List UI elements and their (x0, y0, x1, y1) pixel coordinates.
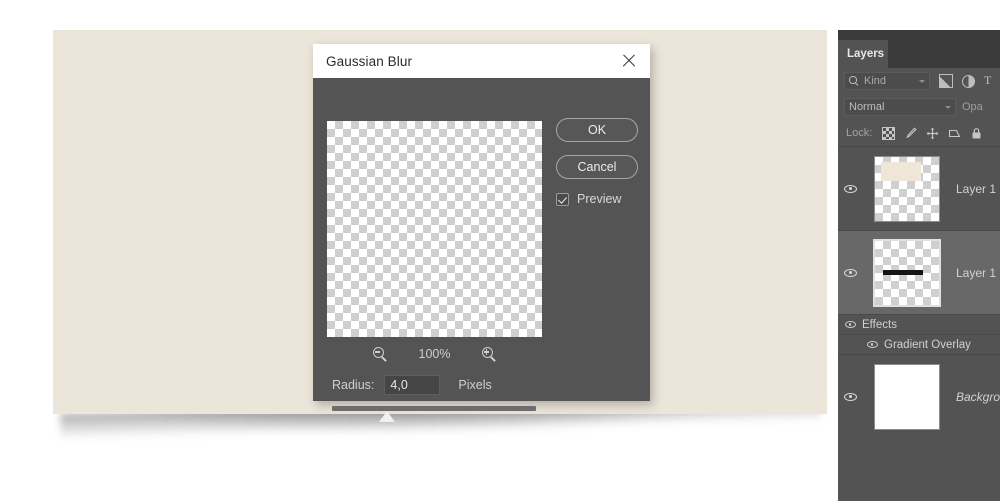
lock-pixels-brush-icon[interactable] (904, 127, 917, 140)
layer-thumbnail[interactable] (874, 155, 940, 222)
zoom-in-icon[interactable] (481, 346, 497, 362)
layer-visibility-toggle[interactable] (838, 184, 862, 193)
blur-preview-thumbnail[interactable] (327, 121, 542, 337)
layer-name: Layer 1 (956, 181, 997, 196)
filter-type-icons: T (939, 74, 998, 88)
layer-effects-row[interactable]: Effects (838, 314, 1000, 334)
effects-visibility-toggle[interactable] (838, 321, 862, 328)
radius-slider-track[interactable] (332, 406, 536, 411)
cancel-button[interactable]: Cancel (556, 155, 638, 179)
preview-checkbox-row[interactable]: Preview (556, 192, 638, 206)
adjustment-filter-icon[interactable] (962, 74, 975, 88)
zoom-controls: 100% (327, 341, 542, 367)
layer-effect-row[interactable]: Gradient Overlay (838, 334, 1000, 354)
chevron-down-icon (919, 79, 925, 83)
filter-kind-label: Kind (864, 75, 887, 87)
blend-mode-label: Normal (849, 101, 885, 113)
dialog-body: 100% Radius: Pixels OK Cancel Preview (313, 78, 650, 422)
radius-slider-thumb[interactable] (379, 411, 396, 422)
radius-label: Radius: (332, 378, 375, 392)
dialog-actions: OK Cancel Preview (556, 118, 638, 206)
blend-mode-row: Normal Opa (838, 94, 1000, 120)
layer-thumbnail-content (883, 269, 923, 275)
dialog-title: Gaussian Blur (326, 53, 413, 69)
layer-filter-row: Kind T (838, 68, 1000, 94)
preview-checkbox[interactable] (556, 192, 569, 206)
effect-visibility-toggle[interactable] (860, 341, 884, 348)
app-root: Gaussian Blur 100% Radius: Pixels (0, 0, 1000, 501)
layer-thumbnail-content (881, 161, 921, 181)
layer-row[interactable]: Background (838, 354, 1000, 438)
chevron-down-icon (945, 105, 951, 109)
radius-units-label: Pixels (458, 378, 492, 392)
opacity-label: Opa (962, 101, 983, 113)
layer-visibility-toggle[interactable] (838, 392, 862, 401)
lock-artboard-icon[interactable] (948, 127, 961, 140)
close-icon[interactable] (620, 52, 638, 70)
radius-input[interactable] (384, 375, 441, 395)
search-icon (849, 76, 859, 87)
lock-transparency-icon[interactable] (882, 126, 896, 140)
ok-button[interactable]: OK (556, 118, 638, 142)
lock-position-move-icon[interactable] (926, 127, 939, 140)
lock-row: Lock: (838, 120, 1000, 146)
panel-top-strip (838, 30, 1000, 40)
radius-field-row: Radius: Pixels (332, 375, 492, 395)
zoom-level-label: 100% (418, 347, 451, 361)
layer-thumbnail[interactable] (873, 238, 941, 307)
lock-all-icon[interactable] (970, 127, 983, 140)
layers-panel: Layers Kind T Normal Opa Lock: Layer 1 L… (838, 30, 1000, 501)
dialog-titlebar: Gaussian Blur (313, 44, 650, 78)
effects-label: Effects (862, 318, 897, 331)
radius-slider[interactable] (332, 403, 536, 425)
preview-label: Preview (577, 192, 622, 206)
panel-tab-bar: Layers (838, 40, 1000, 68)
lock-label: Lock: (846, 127, 873, 139)
layer-name: Background (956, 389, 1000, 404)
gaussian-blur-dialog: Gaussian Blur 100% Radius: Pixels (313, 44, 650, 422)
layer-thumbnail[interactable] (874, 363, 940, 430)
layer-row[interactable]: Layer 1 (838, 230, 1000, 314)
type-filter-icon[interactable]: T (984, 74, 998, 88)
layer-name: Layer 1 (956, 265, 997, 280)
blend-mode-select[interactable]: Normal (844, 98, 956, 116)
zoom-out-icon[interactable] (372, 346, 388, 362)
layer-list: Layer 1 Layer 1 Effects Gradient Overlay (838, 146, 1000, 438)
tab-layers[interactable]: Layers (838, 40, 888, 68)
layer-visibility-toggle[interactable] (838, 268, 862, 277)
effect-label: Gradient Overlay (884, 338, 971, 351)
filter-kind-select[interactable]: Kind (844, 72, 930, 90)
layer-row[interactable]: Layer 1 (838, 146, 1000, 230)
image-filter-icon[interactable] (939, 74, 953, 88)
